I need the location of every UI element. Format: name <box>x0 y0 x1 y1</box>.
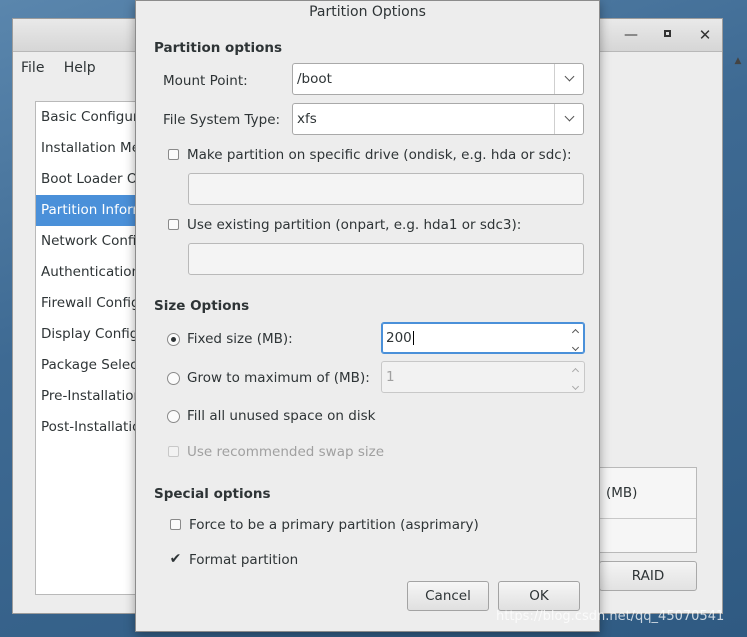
sidebar-item-installation-method[interactable]: Installation Method <box>36 133 144 164</box>
format-checkbox[interactable]: ✔ <box>169 551 182 567</box>
sidebar-item-firewall-configuration[interactable]: Firewall Configuration <box>36 288 144 319</box>
onpart-entry[interactable] <box>188 243 584 275</box>
chevron-down-icon <box>567 377 584 392</box>
primary-checkbox[interactable] <box>170 519 181 530</box>
menu-file[interactable]: File <box>21 60 44 76</box>
partition-options-dialog: Partition Options Partition options Moun… <box>135 0 600 632</box>
menubar: File Help <box>21 60 111 76</box>
sidebar-item-post-installation-script[interactable]: Post-Installation Script <box>36 412 144 443</box>
partition-options-heading: Partition options <box>154 40 282 56</box>
sidebar-item-authentication[interactable]: Authentication <box>36 257 144 288</box>
chevron-down-icon <box>564 71 574 82</box>
mount-point-label: Mount Point: <box>163 73 248 89</box>
sidebar-item-pre-installation-script[interactable]: Pre-Installation Script <box>36 381 144 412</box>
menu-help[interactable]: Help <box>64 60 96 76</box>
mount-point-dropdown[interactable] <box>554 64 583 94</box>
sidebar-item-basic-configuration[interactable]: Basic Configuration <box>36 102 144 133</box>
watermark: https://blog.csdn.net/qq_45070541 <box>496 609 725 624</box>
grow-value: 1 <box>386 369 395 385</box>
size-column-header: (MB) <box>600 468 696 519</box>
chevron-down-icon[interactable] <box>567 338 584 353</box>
grow-label: Grow to maximum of (MB): <box>187 370 370 386</box>
cancel-button[interactable]: Cancel <box>407 581 489 611</box>
fixed-size-radio[interactable] <box>167 333 180 346</box>
fill-disk-label: Fill all unused space on disk <box>187 408 376 424</box>
scroll-up-icon[interactable]: ▲ <box>732 56 744 66</box>
sidebar-list: Basic Configuration Installation Method … <box>35 101 145 595</box>
sidebar-item-display-configuration[interactable]: Display Configuration <box>36 319 144 350</box>
size-options-heading: Size Options <box>154 298 250 314</box>
ok-button[interactable]: OK <box>498 581 580 611</box>
minimize-icon[interactable]: — <box>621 25 641 45</box>
sidebar-item-partition-information[interactable]: Partition Information <box>36 195 144 226</box>
sidebar-item-network-configuration[interactable]: Network Configuration <box>36 226 144 257</box>
ondisk-entry[interactable] <box>188 173 584 205</box>
dialog-title: Partition Options <box>309 4 426 20</box>
fixed-size-label: Fixed size (MB): <box>187 331 293 347</box>
grow-spinbox: 1 <box>381 361 585 393</box>
primary-label: Force to be a primary partition (asprima… <box>189 517 479 533</box>
ondisk-label: Make partition on specific drive (ondisk… <box>187 147 572 163</box>
mount-point-value: /boot <box>297 71 332 87</box>
fixed-size-spinbox[interactable]: 200 <box>381 322 585 354</box>
onpart-label: Use existing partition (onpart, e.g. hda… <box>187 217 522 233</box>
fs-type-label: File System Type: <box>163 112 281 128</box>
mount-point-combo[interactable]: /boot <box>292 63 584 95</box>
ondisk-checkbox[interactable] <box>168 149 179 160</box>
sidebar-item-package-selection[interactable]: Package Selection <box>36 350 144 381</box>
fs-type-value: xfs <box>297 111 317 127</box>
checkmark-icon: ✔ <box>169 551 182 567</box>
sidebar-item-boot-loader-options[interactable]: Boot Loader Options <box>36 164 144 195</box>
format-label: Format partition <box>189 552 299 568</box>
onpart-checkbox[interactable] <box>168 219 179 230</box>
fs-type-combo[interactable]: xfs <box>292 103 584 135</box>
chevron-up-icon <box>567 362 584 377</box>
grow-radio[interactable] <box>167 372 180 385</box>
fs-type-dropdown[interactable] <box>554 104 583 134</box>
swap-label: Use recommended swap size <box>187 444 385 460</box>
chevron-down-icon <box>564 111 574 122</box>
swap-checkbox <box>168 446 179 457</box>
partition-table-fragment: (MB) <box>599 467 697 553</box>
fixed-size-value: 200 <box>386 330 414 346</box>
close-icon[interactable]: ✕ <box>695 25 715 45</box>
chevron-up-icon[interactable] <box>567 323 584 338</box>
fill-disk-radio[interactable] <box>167 410 180 423</box>
maximize-icon[interactable] <box>657 25 677 45</box>
special-options-heading: Special options <box>154 486 271 502</box>
raid-button[interactable]: RAID <box>599 561 697 591</box>
